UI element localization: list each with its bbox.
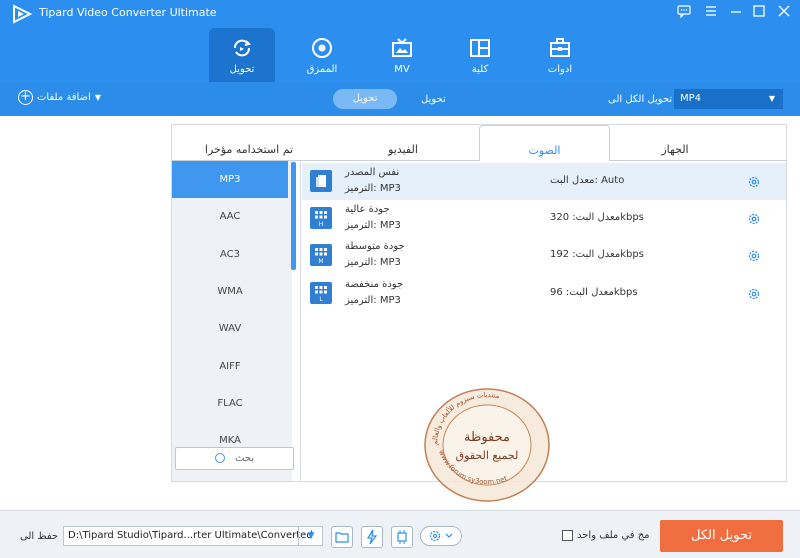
merge-label: مج في ملف واحد — [577, 530, 650, 541]
preset-encoder: الترميز: MP3 — [345, 220, 401, 231]
output-format-select[interactable]: MP4 ▼ — [674, 89, 783, 109]
plus-icon: + — [18, 90, 33, 105]
maximize-icon[interactable] — [751, 4, 767, 20]
tab-toolbox[interactable]: ادوات — [527, 28, 593, 82]
gear-icon — [429, 530, 453, 542]
mv-icon — [392, 38, 412, 57]
format-item-aiff[interactable]: AIFF — [172, 348, 288, 385]
app-logo-icon — [13, 4, 33, 24]
save-to-label: حفظ الى — [20, 531, 59, 542]
tab-convert[interactable]: تحويل — [209, 28, 275, 82]
merge-checkbox[interactable] — [562, 530, 573, 541]
format-list-scrollbar[interactable] — [291, 162, 296, 270]
tab-recently-used[interactable]: تم استخدامه مؤخرا — [172, 125, 326, 161]
search-icon — [214, 453, 225, 463]
format-item-aac[interactable]: AAC — [172, 198, 288, 235]
chevron-down-icon[interactable]: ▼ — [298, 527, 323, 545]
preset-row-same-as-source[interactable]: نفس المصدر الترميز: MP3 معدل البت: Auto — [302, 163, 786, 200]
tab-convert-label: تحويل — [229, 64, 255, 75]
quality-grid-icon: M — [310, 244, 332, 266]
format-search-input[interactable]: بحث — [175, 447, 294, 470]
search-placeholder: بحث — [234, 453, 255, 464]
chip-off-icon — [397, 530, 407, 544]
quality-badge: L — [319, 296, 323, 303]
preset-encoder: الترميز: MP3 — [345, 183, 401, 194]
preset-row-low-quality[interactable]: L جودة منخفضة الترميز: MP3 معدل البت: 96… — [302, 275, 786, 312]
tab-device[interactable]: الجهاز — [610, 125, 740, 161]
output-settings-button[interactable] — [420, 526, 462, 546]
menu-icon[interactable] — [703, 4, 719, 20]
ripper-icon — [312, 38, 332, 58]
format-item-wma[interactable]: WMA — [172, 273, 288, 310]
dropdown-arrow-icon: ▼ — [768, 94, 775, 103]
preset-bitrate: معدل البت: 96kbps — [550, 287, 638, 298]
format-item-mp3[interactable]: MP3 — [172, 161, 288, 198]
output-path-field[interactable]: D:\Tipard Studio\Tipard...rter Ultimate\… — [63, 526, 323, 546]
preset-row-medium-quality[interactable]: M جودة متوسطة الترميز: MP3 معدل البت: 19… — [302, 237, 786, 274]
preset-bitrate: معدل البت: 320kbps — [550, 212, 644, 223]
preset-name: نفس المصدر — [345, 167, 400, 178]
watermark-title-line1: محفوظة — [464, 430, 510, 445]
forum-watermark-stamp: منتديات سيزوم للألعاب والعالم www.forum.… — [424, 388, 550, 502]
gear-icon[interactable] — [747, 287, 761, 301]
quality-badge: H — [319, 221, 324, 228]
gear-icon[interactable] — [747, 249, 761, 263]
gear-icon[interactable] — [747, 212, 761, 226]
minimize-icon[interactable] — [728, 4, 744, 20]
feedback-icon[interactable] — [676, 4, 692, 20]
preset-name: جودة منخفضة — [345, 279, 404, 290]
add-files-label: اضافة ملفات — [37, 92, 91, 103]
format-item-wav[interactable]: WAV — [172, 310, 288, 347]
convert-icon — [234, 39, 251, 57]
tab-collage-label: كلية — [471, 64, 489, 75]
close-icon[interactable] — [776, 4, 792, 20]
tab-mv[interactable]: MV — [369, 28, 435, 82]
toolbox-icon — [550, 38, 570, 57]
tab-toolbox-label: ادوات — [547, 64, 573, 75]
preset-encoder: الترميز: MP3 — [345, 295, 401, 306]
quality-badge: M — [318, 258, 323, 265]
quality-grid-icon: L — [310, 282, 332, 304]
app-title: Tipard Video Converter Ultimate — [39, 6, 217, 19]
collage-icon — [470, 39, 490, 57]
folder-icon — [335, 532, 349, 543]
preset-row-high-quality[interactable]: H جودة عالية الترميز: MP3 معدل البت: 320… — [302, 200, 786, 237]
format-item-ac3[interactable]: AC3 — [172, 236, 288, 273]
preset-encoder: الترميز: MP3 — [345, 257, 401, 268]
tab-collage[interactable]: كلية — [447, 28, 513, 82]
tab-converting[interactable]: تحويل — [333, 89, 397, 109]
tab-ripper[interactable]: الممزق — [289, 28, 355, 82]
watermark-title-line2: لجميع الحقوق — [456, 449, 519, 462]
tab-audio[interactable]: الصوت — [479, 125, 610, 161]
gear-icon[interactable] — [747, 175, 761, 189]
output-format-value: MP4 — [680, 93, 702, 104]
tab-converted[interactable]: تحويل — [421, 94, 446, 105]
preset-name: جودة متوسطة — [345, 241, 405, 252]
quality-grid-icon: H — [310, 207, 332, 229]
format-item-flac[interactable]: FLAC — [172, 385, 288, 422]
tab-ripper-label: الممزق — [306, 64, 338, 75]
lightning-off-icon — [366, 529, 378, 545]
open-folder-button[interactable] — [331, 526, 353, 548]
column-divider — [300, 161, 301, 481]
preset-name: جودة عالية — [345, 204, 390, 215]
hardware-accel-off-button[interactable] — [361, 526, 383, 548]
add-files-button[interactable]: + اضافة ملفات ▼ — [18, 90, 101, 105]
convert-all-button[interactable]: تحويل الكل — [660, 520, 783, 552]
dropdown-arrow-icon: ▼ — [94, 93, 101, 102]
preset-bitrate: معدل البت: Auto — [550, 175, 625, 186]
preset-bitrate: معدل البت: 192kbps — [550, 249, 644, 260]
convert-all-to-label: تحويل الكل الى — [608, 94, 673, 105]
same-as-source-icon — [310, 170, 332, 192]
tab-video[interactable]: الفيديو — [326, 125, 480, 161]
gpu-accel-off-button[interactable] — [391, 526, 413, 548]
tab-mv-label: MV — [394, 64, 410, 75]
